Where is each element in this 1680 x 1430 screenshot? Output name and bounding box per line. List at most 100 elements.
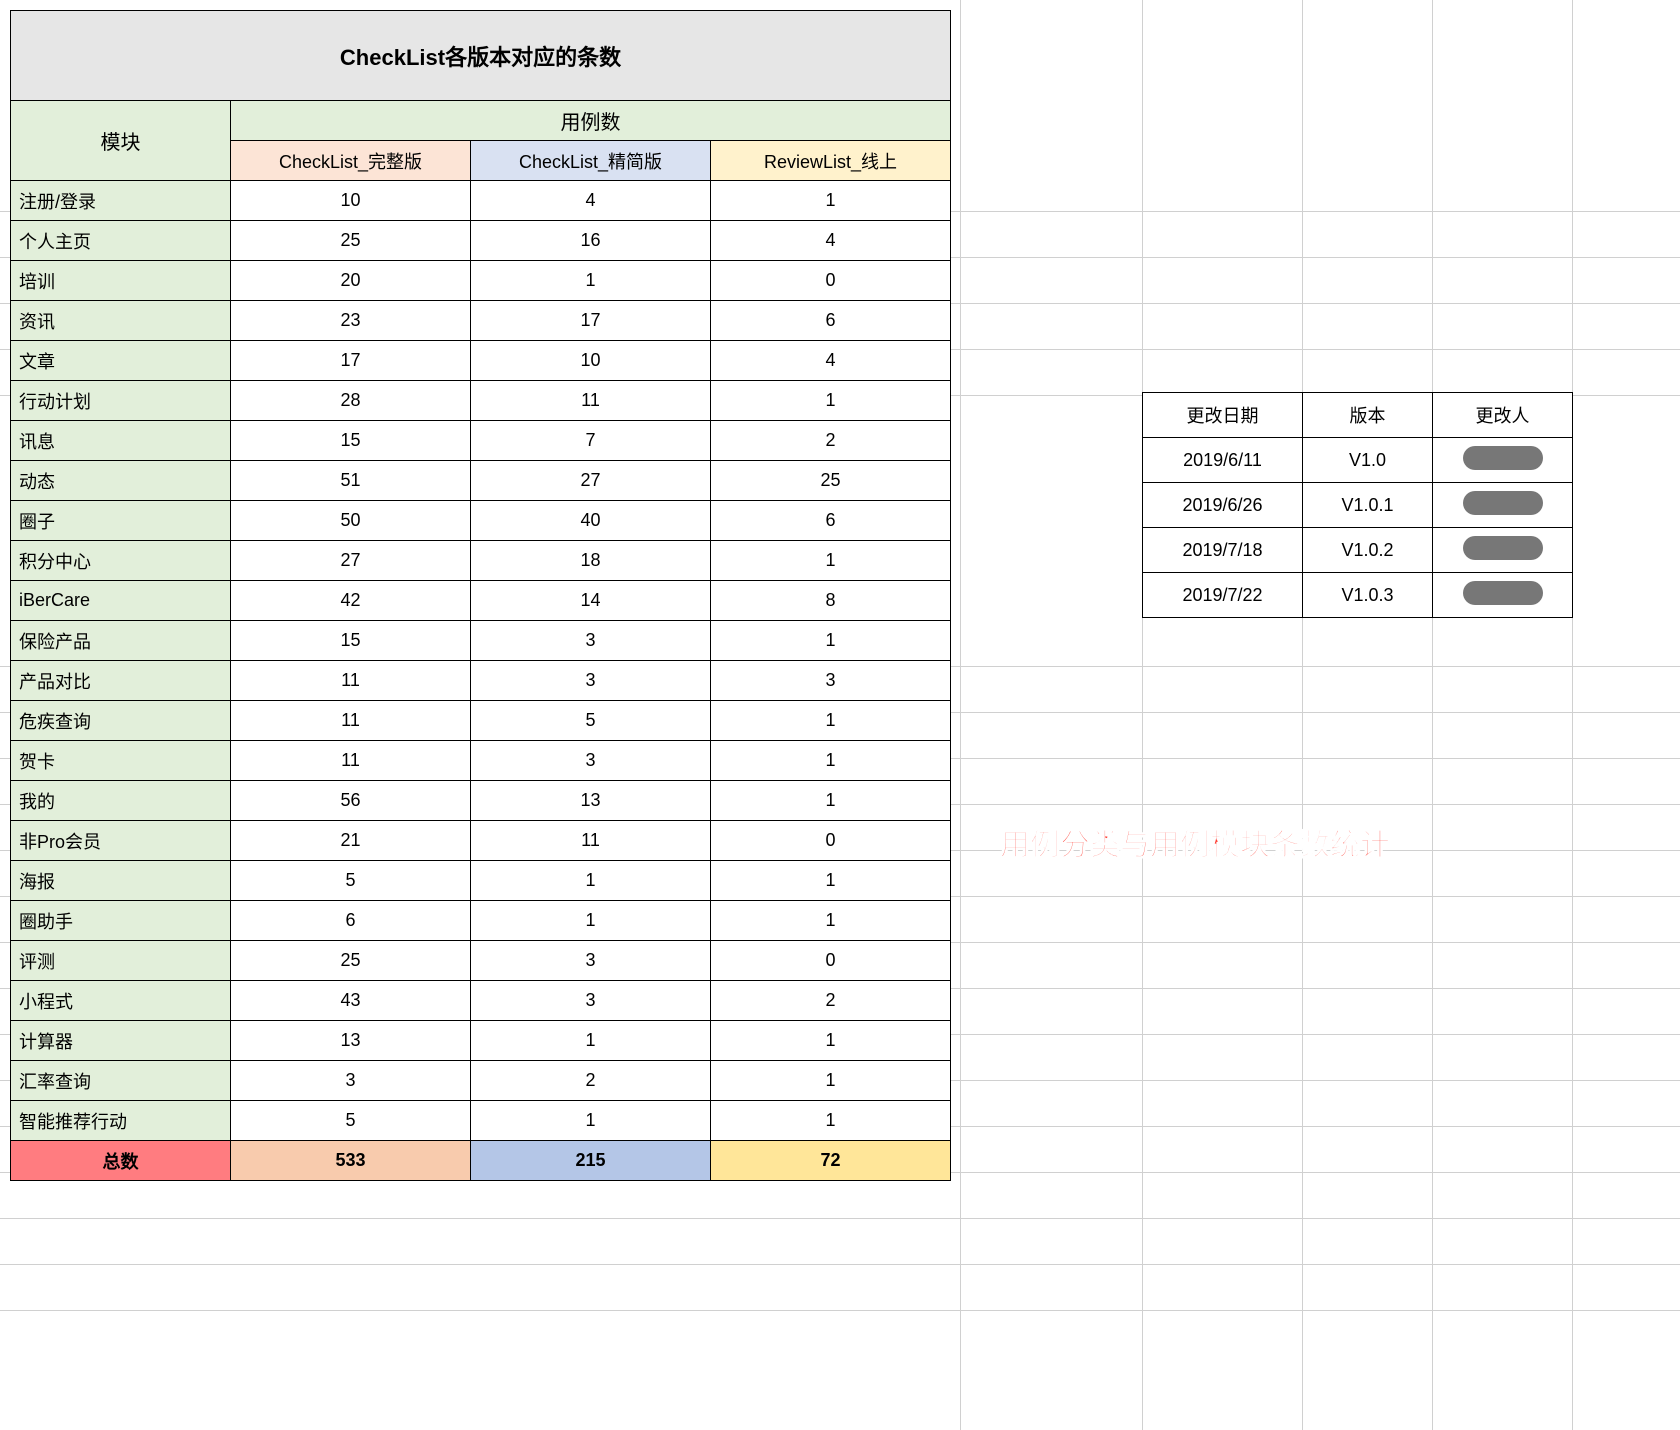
version-header-version[interactable]: 版本: [1303, 393, 1433, 438]
review-cell[interactable]: 3: [711, 661, 951, 701]
full-cell[interactable]: 51: [231, 461, 471, 501]
version-number[interactable]: V1.0.2: [1303, 528, 1433, 573]
simple-cell[interactable]: 40: [471, 501, 711, 541]
version-header-author[interactable]: 更改人: [1433, 393, 1573, 438]
review-cell[interactable]: 6: [711, 301, 951, 341]
simple-cell[interactable]: 1: [471, 1101, 711, 1141]
version-author[interactable]: [1433, 528, 1573, 573]
simple-cell[interactable]: 3: [471, 661, 711, 701]
full-cell[interactable]: 23: [231, 301, 471, 341]
full-cell[interactable]: 5: [231, 1101, 471, 1141]
simple-cell[interactable]: 16: [471, 221, 711, 261]
table-row[interactable]: 保险产品1531: [11, 621, 951, 661]
full-cell[interactable]: 42: [231, 581, 471, 621]
review-cell[interactable]: 0: [711, 261, 951, 301]
full-cell[interactable]: 25: [231, 221, 471, 261]
review-cell[interactable]: 1: [711, 541, 951, 581]
full-cell[interactable]: 11: [231, 741, 471, 781]
table-row[interactable]: 评测2530: [11, 941, 951, 981]
table-row[interactable]: 产品对比1133: [11, 661, 951, 701]
table-row[interactable]: 文章17104: [11, 341, 951, 381]
table-row[interactable]: iBerCare42148: [11, 581, 951, 621]
table-row[interactable]: 计算器1311: [11, 1021, 951, 1061]
module-cell[interactable]: 我的: [11, 781, 231, 821]
module-cell[interactable]: 行动计划: [11, 381, 231, 421]
review-cell[interactable]: 1: [711, 1021, 951, 1061]
simple-cell[interactable]: 2: [471, 1061, 711, 1101]
module-cell[interactable]: 产品对比: [11, 661, 231, 701]
simple-cell[interactable]: 3: [471, 981, 711, 1021]
review-cell[interactable]: 1: [711, 701, 951, 741]
header-simple[interactable]: CheckList_精简版: [471, 141, 711, 181]
full-cell[interactable]: 28: [231, 381, 471, 421]
simple-cell[interactable]: 11: [471, 821, 711, 861]
simple-cell[interactable]: 27: [471, 461, 711, 501]
table-row[interactable]: 资讯23176: [11, 301, 951, 341]
full-cell[interactable]: 43: [231, 981, 471, 1021]
table-row[interactable]: 非Pro会员21110: [11, 821, 951, 861]
review-cell[interactable]: 1: [711, 621, 951, 661]
review-cell[interactable]: 4: [711, 341, 951, 381]
simple-cell[interactable]: 3: [471, 741, 711, 781]
simple-cell[interactable]: 18: [471, 541, 711, 581]
review-cell[interactable]: 1: [711, 781, 951, 821]
full-cell[interactable]: 11: [231, 661, 471, 701]
table-row[interactable]: 海报511: [11, 861, 951, 901]
review-cell[interactable]: 1: [711, 741, 951, 781]
review-cell[interactable]: 2: [711, 421, 951, 461]
checklist-table[interactable]: CheckList各版本对应的条数 模块 用例数 CheckList_完整版 C…: [10, 10, 951, 1181]
module-cell[interactable]: 个人主页: [11, 221, 231, 261]
header-usecase[interactable]: 用例数: [231, 101, 951, 141]
table-row[interactable]: 个人主页25164: [11, 221, 951, 261]
simple-cell[interactable]: 1: [471, 1021, 711, 1061]
full-cell[interactable]: 6: [231, 901, 471, 941]
full-cell[interactable]: 20: [231, 261, 471, 301]
version-number[interactable]: V1.0: [1303, 438, 1433, 483]
version-number[interactable]: V1.0.3: [1303, 573, 1433, 618]
full-cell[interactable]: 15: [231, 621, 471, 661]
simple-cell[interactable]: 1: [471, 261, 711, 301]
header-review[interactable]: ReviewList_线上: [711, 141, 951, 181]
module-cell[interactable]: iBerCare: [11, 581, 231, 621]
table-row[interactable]: 圈助手611: [11, 901, 951, 941]
module-cell[interactable]: 圈助手: [11, 901, 231, 941]
full-cell[interactable]: 17: [231, 341, 471, 381]
version-number[interactable]: V1.0.1: [1303, 483, 1433, 528]
simple-cell[interactable]: 1: [471, 901, 711, 941]
module-cell[interactable]: 圈子: [11, 501, 231, 541]
simple-cell[interactable]: 4: [471, 181, 711, 221]
review-cell[interactable]: 1: [711, 1061, 951, 1101]
review-cell[interactable]: 4: [711, 221, 951, 261]
simple-cell[interactable]: 3: [471, 941, 711, 981]
table-row[interactable]: 智能推荐行动511: [11, 1101, 951, 1141]
table-row[interactable]: 汇率查询321: [11, 1061, 951, 1101]
module-cell[interactable]: 培训: [11, 261, 231, 301]
table-row[interactable]: 圈子50406: [11, 501, 951, 541]
review-cell[interactable]: 2: [711, 981, 951, 1021]
simple-cell[interactable]: 3: [471, 621, 711, 661]
total-full[interactable]: 533: [231, 1141, 471, 1181]
version-header-date[interactable]: 更改日期: [1143, 393, 1303, 438]
version-row[interactable]: 2019/7/22V1.0.3: [1143, 573, 1573, 618]
module-cell[interactable]: 计算器: [11, 1021, 231, 1061]
full-cell[interactable]: 56: [231, 781, 471, 821]
review-cell[interactable]: 8: [711, 581, 951, 621]
module-cell[interactable]: 危疾查询: [11, 701, 231, 741]
table-row[interactable]: 我的56131: [11, 781, 951, 821]
version-row[interactable]: 2019/6/26V1.0.1: [1143, 483, 1573, 528]
header-full[interactable]: CheckList_完整版: [231, 141, 471, 181]
simple-cell[interactable]: 17: [471, 301, 711, 341]
total-review[interactable]: 72: [711, 1141, 951, 1181]
version-row[interactable]: 2019/7/18V1.0.2: [1143, 528, 1573, 573]
version-date[interactable]: 2019/7/18: [1143, 528, 1303, 573]
table-row[interactable]: 贺卡1131: [11, 741, 951, 781]
full-cell[interactable]: 21: [231, 821, 471, 861]
review-cell[interactable]: 1: [711, 901, 951, 941]
module-cell[interactable]: 动态: [11, 461, 231, 501]
table-title[interactable]: CheckList各版本对应的条数: [11, 11, 951, 101]
table-row[interactable]: 行动计划28111: [11, 381, 951, 421]
table-row[interactable]: 注册/登录1041: [11, 181, 951, 221]
total-label[interactable]: 总数: [11, 1141, 231, 1181]
full-cell[interactable]: 25: [231, 941, 471, 981]
simple-cell[interactable]: 5: [471, 701, 711, 741]
